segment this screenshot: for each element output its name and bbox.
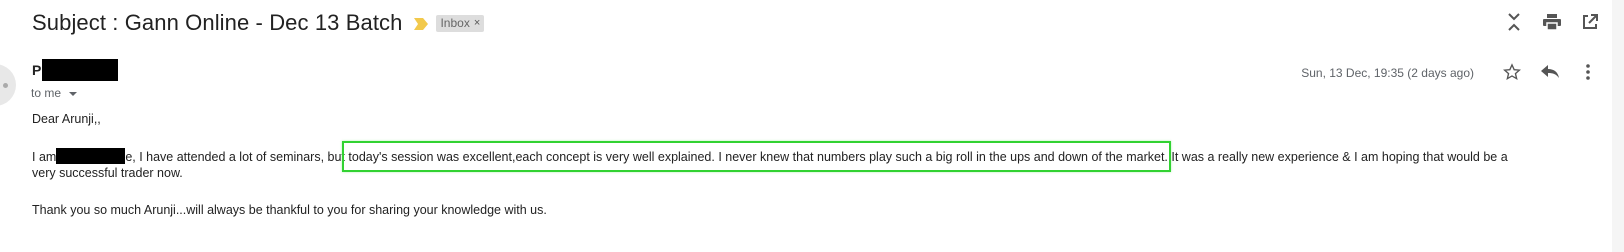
email-date: Sun, 13 Dec, 19:35 (2 days ago) <box>1301 66 1474 80</box>
message-actions <box>1502 62 1598 82</box>
collapse-all-icon[interactable] <box>1504 12 1524 32</box>
redaction-box <box>42 59 119 81</box>
chevron-down-icon <box>69 91 78 96</box>
scrollbar[interactable] <box>1612 0 1624 252</box>
label-chip-text: Inbox <box>440 15 470 30</box>
remove-label-icon[interactable]: × <box>474 17 480 29</box>
importance-marker-icon[interactable] <box>414 17 429 30</box>
subject-row: Subject : Gann Online - Dec 13 Batch Inb… <box>32 8 485 38</box>
sender-avatar[interactable] <box>0 64 16 106</box>
star-icon[interactable] <box>1502 62 1522 82</box>
recipient-dropdown[interactable]: to me <box>31 86 78 100</box>
label-chip-inbox[interactable]: Inbox × <box>436 14 485 32</box>
print-icon[interactable] <box>1542 12 1562 32</box>
reply-icon[interactable] <box>1540 62 1560 82</box>
sender-name[interactable]: P <box>32 62 41 78</box>
open-in-new-window-icon[interactable] <box>1580 12 1600 32</box>
thread-actions <box>1504 12 1600 32</box>
more-vert-icon[interactable] <box>1578 62 1598 82</box>
email-closing: Thank you so much Arunji...will always b… <box>32 203 547 217</box>
email-paragraph-line-2: very successful trader now. <box>32 166 183 180</box>
paragraph-after-redaction: e, I have attended a lot of seminars, bu… <box>125 150 345 164</box>
redaction-box <box>56 148 126 164</box>
email-subject: Subject : Gann Online - Dec 13 Batch <box>32 10 403 35</box>
email-greeting: Dear Arunji,, <box>32 112 101 126</box>
paragraph-prefix: I am <box>32 150 57 164</box>
sender-row: P <box>32 59 119 81</box>
recipient-label: to me <box>31 86 62 100</box>
highlight-annotation-box <box>342 141 1171 172</box>
paragraph-suffix: It was a really new experience & I am ho… <box>1171 150 1508 164</box>
